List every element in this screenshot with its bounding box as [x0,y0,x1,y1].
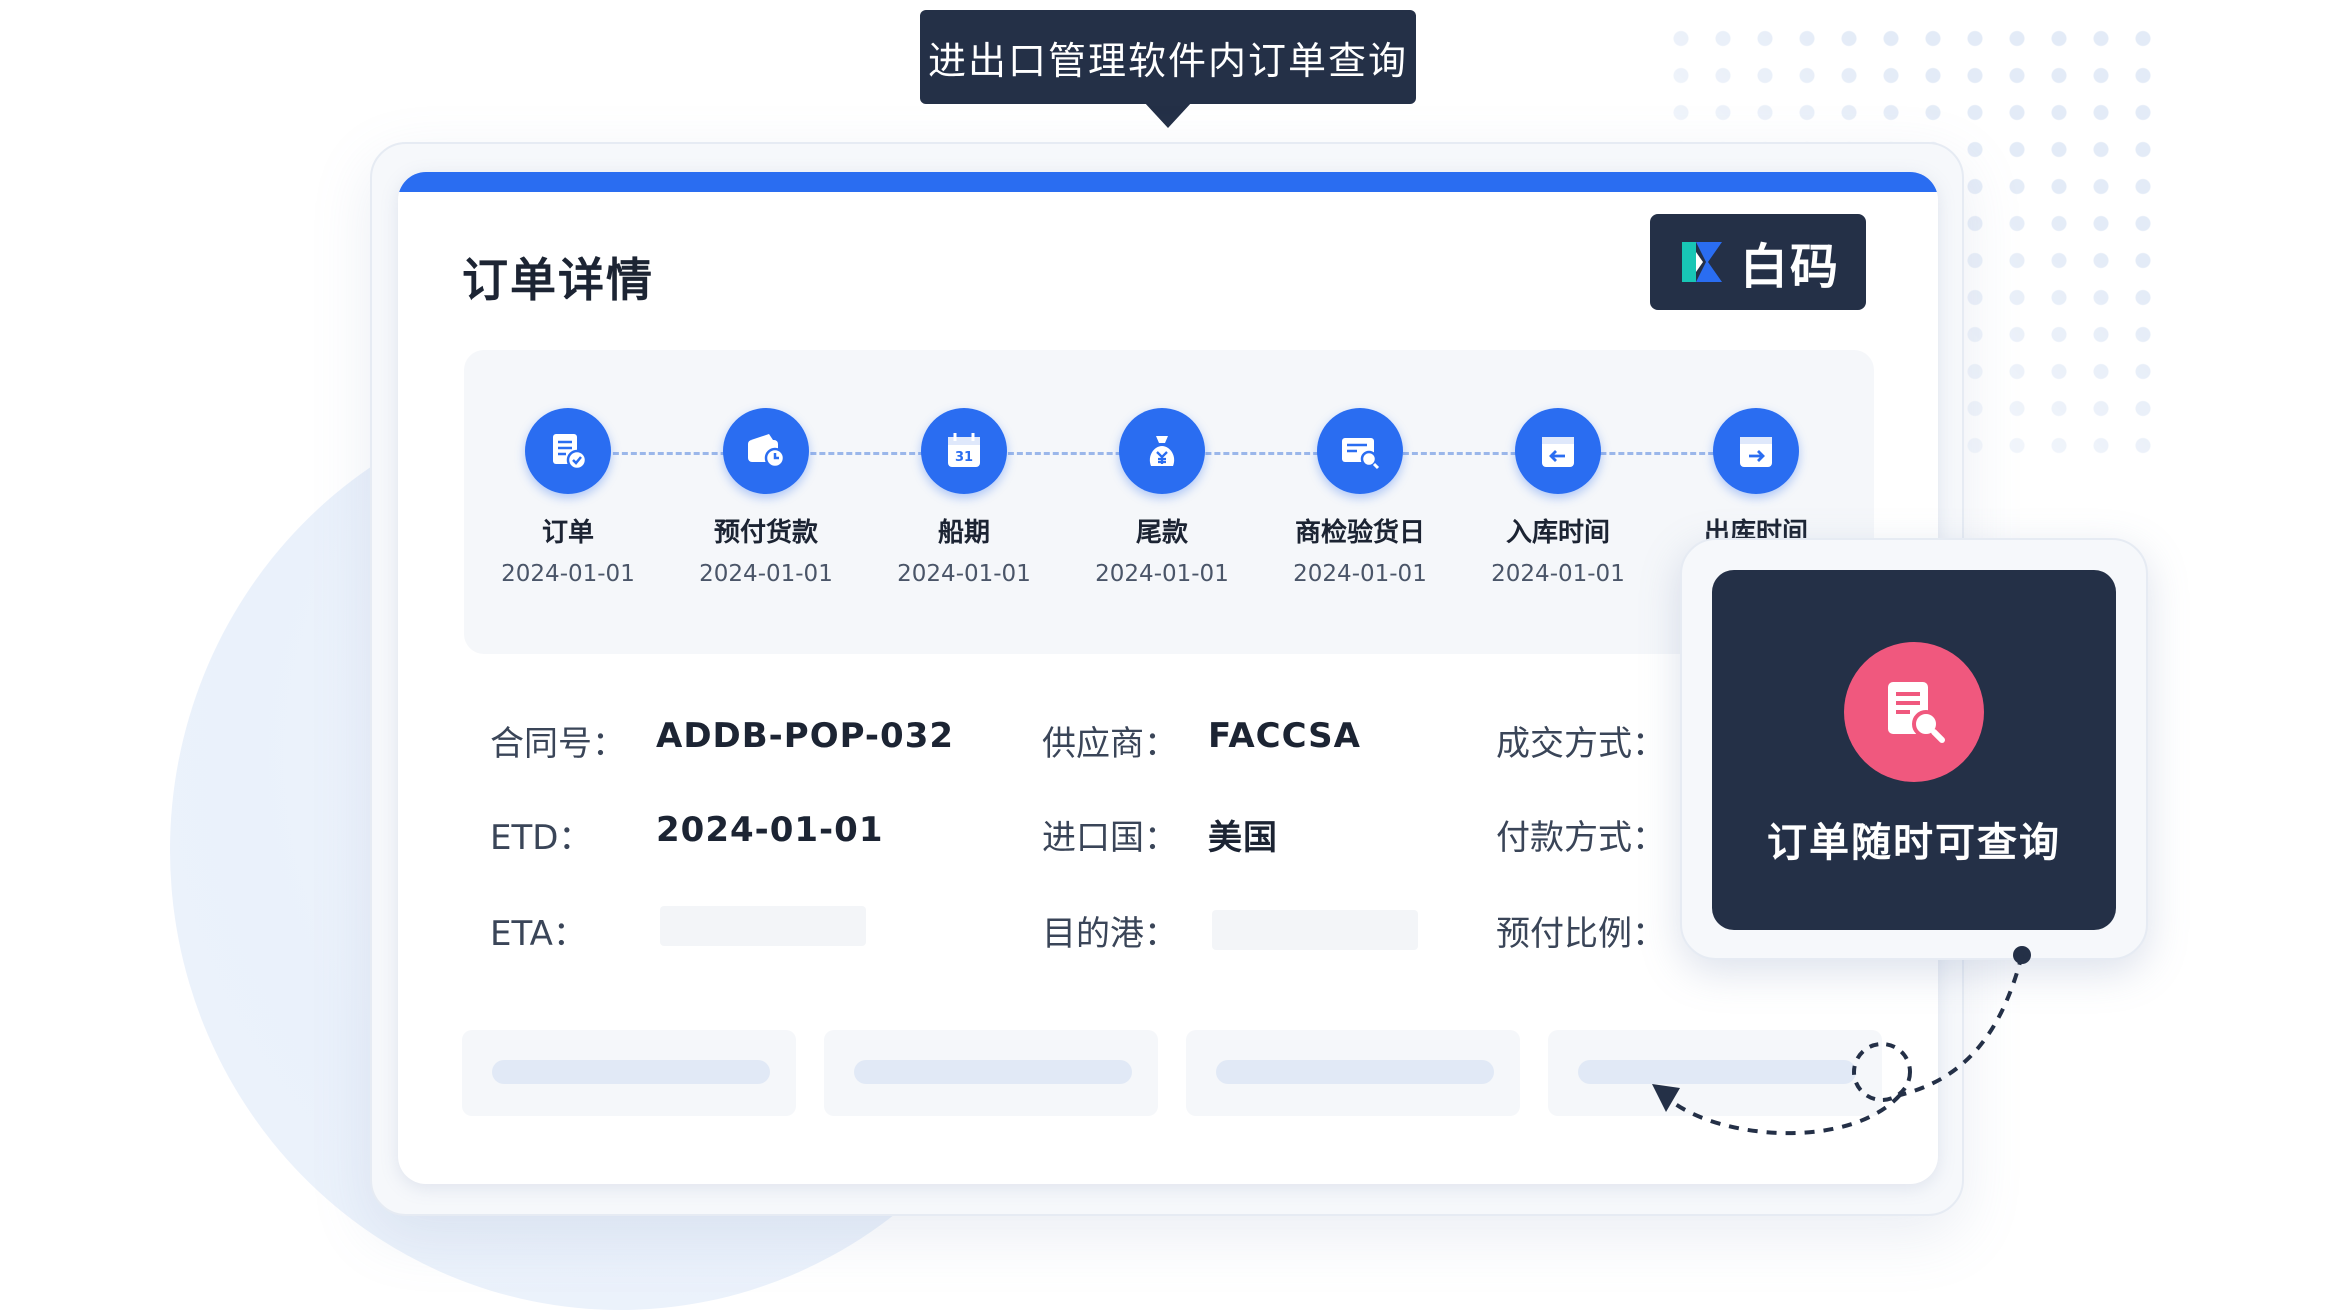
timeline-step-inspection[interactable]: 商检验货日 2024-01-01 [1260,408,1460,587]
import-country-value: 美国 [1208,818,1278,858]
brand-logo: 白码 [1650,214,1866,310]
supplier-label: 供应商： [1042,724,1178,764]
placeholder-card [1186,1030,1520,1116]
svg-text:31: 31 [955,450,973,465]
contract-value: ADDB-POP-032 [656,716,955,756]
step-date: 2024-01-01 [1095,561,1229,587]
placeholder-bar [854,1060,1132,1084]
inspection-icon [1317,408,1403,494]
wallet-clock-icon [723,408,809,494]
step-date: 2024-01-01 [1491,561,1625,587]
destination-port-placeholder [1212,910,1418,950]
timeline-step-shipping[interactable]: 31 船期 2024-01-01 [864,408,1064,587]
header-title: 进出口管理软件内订单查询 [927,38,1408,83]
dashed-connector-arrow [1652,946,2031,1136]
placeholder-card [824,1030,1158,1116]
step-label: 尾款 [1135,518,1188,548]
etd-label: ETD： [490,818,593,858]
timeline-step-order[interactable]: 订单 2024-01-01 [468,408,668,587]
query-popup-frame: 订单随时可查询 [1680,538,2148,960]
order-timeline: 订单 2024-01-01 预付货款 2024-01-01 31 船期 2024… [464,350,1874,654]
popup-text: 订单随时可查询 [1767,820,2061,866]
placeholder-bar [1216,1060,1494,1084]
query-popup[interactable]: 订单随时可查询 [1712,570,2116,930]
marketing-stage: 进出口管理软件内订单查询 订单详情 白码 订单 2024-01-01 预付货款 … [0,0,2328,1312]
placeholder-card [462,1030,796,1116]
deal-method-label: 成交方式： [1496,724,1666,764]
calendar-icon: 31 [921,408,1007,494]
inbound-icon [1515,408,1601,494]
step-date: 2024-01-01 [897,561,1031,587]
step-label: 商检验货日 [1294,518,1425,548]
eta-value-placeholder [660,906,866,946]
etd-value: 2024-01-01 [656,810,884,850]
step-date: 2024-01-01 [501,561,635,587]
supplier-value: FACCSA [1208,716,1361,756]
brand-name: 白码 [1739,239,1840,295]
step-label: 预付货款 [713,518,818,548]
money-bag-icon [1119,408,1205,494]
brand-mark-icon [1681,242,1722,282]
timeline-step-inbound[interactable]: 入库时间 2024-01-01 [1458,408,1658,587]
step-label: 订单 [541,518,594,548]
destination-port-label: 目的港： [1042,914,1178,954]
step-date: 2024-01-01 [1293,561,1427,587]
step-label: 入库时间 [1505,518,1610,548]
payment-method-label: 付款方式： [1496,818,1666,858]
step-label: 船期 [937,518,990,548]
timeline-step-prepayment[interactable]: 预付货款 2024-01-01 [666,408,866,587]
document-search-icon [1844,642,1984,782]
placeholder-bar [492,1060,770,1084]
timeline-step-balance[interactable]: 尾款 2024-01-01 [1062,408,1262,587]
eta-label: ETA： [490,914,587,954]
window-accent-bar [398,172,1938,192]
contract-label: 合同号： [490,724,626,764]
page-title: 订单详情 [462,253,654,307]
header-tooltip: 进出口管理软件内订单查询 [920,10,1416,104]
step-date: 2024-01-01 [699,561,833,587]
order-check-icon [525,408,611,494]
outbound-icon [1713,408,1799,494]
import-country-label: 进口国： [1042,818,1178,858]
